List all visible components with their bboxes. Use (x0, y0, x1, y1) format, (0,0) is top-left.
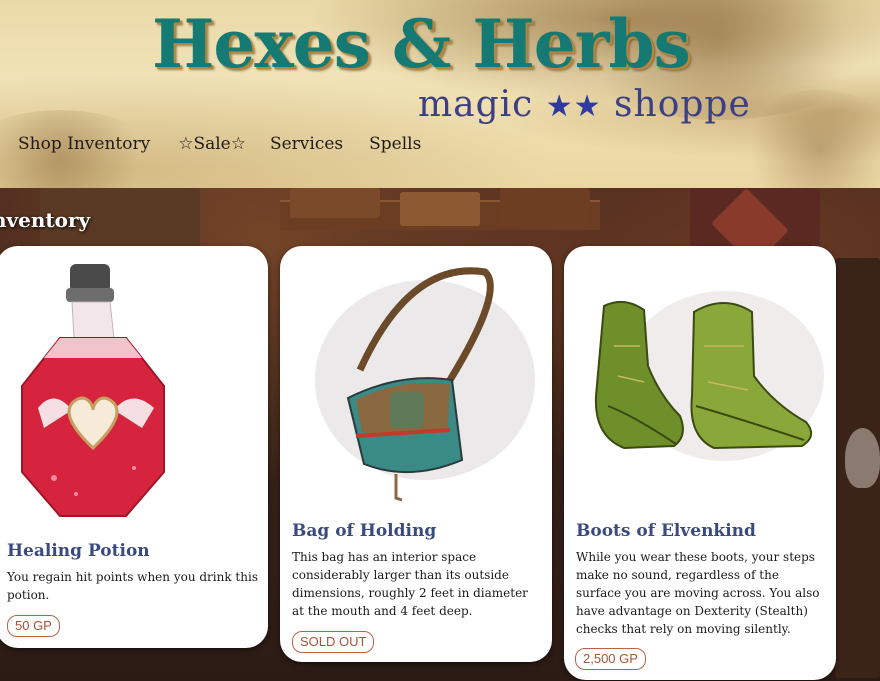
price-badge: 50 GP (7, 615, 60, 637)
bag-icon (300, 260, 540, 510)
product-description: While you wear these boots, your steps m… (576, 550, 820, 636)
price-badge: 2,500 GP (575, 648, 646, 670)
nav-spells[interactable]: Spells (369, 132, 421, 156)
healing-potion-icon (14, 258, 184, 520)
product-name[interactable]: Healing Potion (7, 541, 150, 561)
product-card-healing-potion[interactable]: Healing Potion You regain hit points whe… (0, 246, 268, 648)
site-header: Hexes & Herbs magic ★★ shoppe Shop Inven… (0, 0, 880, 188)
site-title[interactable]: Hexes & Herbs (152, 4, 691, 84)
main-nav: Shop Inventory ☆Sale☆ Services Spells (18, 132, 421, 156)
product-name[interactable]: Boots of Elvenkind (576, 521, 756, 541)
product-card-boots-of-elvenkind[interactable]: Boots of Elvenkind While you wear these … (564, 246, 836, 680)
subtitle-magic: magic (418, 84, 534, 125)
product-description: This bag has an interior space considera… (292, 550, 528, 618)
subtitle-shoppe: shoppe (614, 84, 751, 125)
product-card-bag-of-holding[interactable]: Bag of Holding This bag has an interior … (280, 246, 552, 662)
product-description: You regain hit points when you drink thi… (7, 570, 258, 602)
status-badge: SOLD OUT (292, 631, 375, 653)
star-icon: ★★ (545, 89, 602, 124)
section-title: nventory (0, 208, 91, 232)
site-subtitle: magic ★★ shoppe (418, 84, 751, 128)
nav-shop-inventory[interactable]: Shop Inventory (18, 132, 150, 156)
nav-services[interactable]: Services (270, 132, 343, 156)
boots-icon (584, 286, 824, 486)
nav-sale[interactable]: ☆Sale☆ (178, 132, 246, 156)
product-name[interactable]: Bag of Holding (292, 521, 436, 541)
